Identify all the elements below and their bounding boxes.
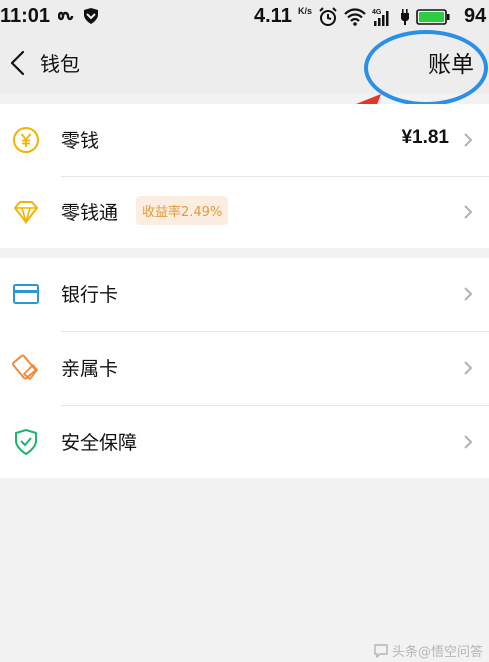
chevron-right-icon [464, 205, 473, 219]
network-speed-unit: K/s [298, 6, 313, 16]
security-shield-icon [15, 429, 37, 455]
svg-text:4G: 4G [372, 9, 382, 16]
wifi-icon [344, 8, 366, 26]
row-label: 银行卡 [61, 284, 119, 306]
wallet-group: 零钱 ¥1.81 零钱通 收益率2.49% [0, 104, 489, 248]
status-bar: 11:01 4.11 K/s 4G 94 [0, 0, 489, 34]
row-security[interactable]: 安全保障 [0, 406, 489, 478]
row-label: 安全保障 [61, 432, 138, 454]
row-label: 亲属卡 [61, 358, 119, 380]
row-change[interactable]: 零钱 ¥1.81 [0, 104, 489, 176]
bank-card-icon [13, 284, 39, 304]
cards-group: 银行卡 亲属卡 安全保障 [0, 258, 489, 478]
charging-icon [401, 9, 409, 25]
shield-icon [84, 8, 98, 24]
watermark-text: 头条@悟空问答 [391, 645, 483, 660]
battery-icon [416, 9, 450, 25]
row-change-pass[interactable]: 零钱通 收益率2.49% [0, 176, 489, 248]
yield-badge: 收益率2.49% [136, 196, 229, 225]
row-label: 零钱通 [61, 202, 119, 224]
family-card-icon [12, 354, 38, 380]
row-bank-card[interactable]: 银行卡 [0, 258, 489, 330]
battery-level: 94 [464, 5, 487, 27]
chat-bubble-icon [374, 643, 388, 658]
chevron-right-icon [464, 435, 473, 449]
yuan-coin-icon [13, 127, 39, 153]
chevron-left-icon[interactable] [8, 49, 28, 77]
infinity-icon [58, 11, 74, 21]
chevron-right-icon [464, 287, 473, 301]
row-label: 零钱 [61, 130, 100, 152]
diamond-icon [14, 201, 38, 225]
row-family-card[interactable]: 亲属卡 [0, 332, 489, 404]
page-title: 钱包 [40, 52, 80, 76]
status-time: 11:01 [0, 5, 51, 27]
chevron-right-icon [464, 133, 473, 147]
alarm-icon [319, 7, 337, 26]
balance-value: ¥1.81 [401, 127, 449, 148]
signal-4g-icon: 4G [372, 9, 389, 26]
watermark: 头条@悟空问答 [373, 641, 483, 660]
chevron-right-icon [464, 361, 473, 375]
network-speed: 4.11 [254, 5, 292, 27]
